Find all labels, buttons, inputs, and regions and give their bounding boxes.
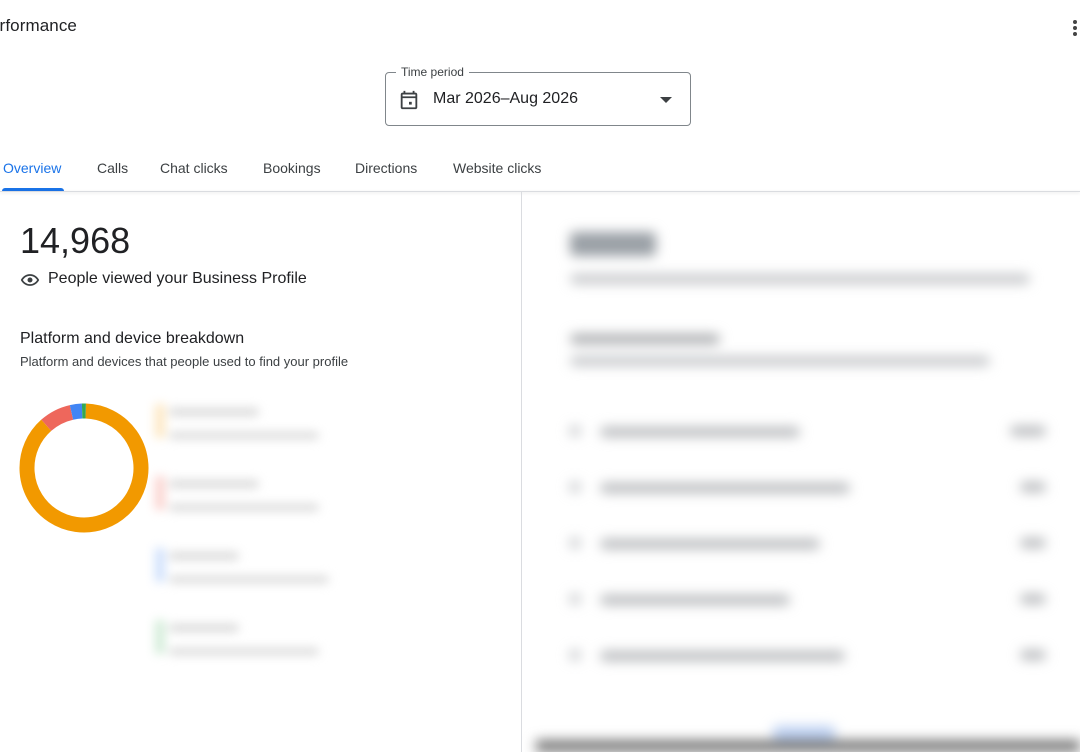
time-period-label: Time period [396,65,469,79]
time-period-value: Mar 2026–Aug 2026 [433,90,578,107]
calendar-icon [400,90,418,110]
platform-device-donut-chart [19,403,149,533]
views-count: 14,968 [20,220,131,261]
donut-slice-0[interactable] [19,403,149,533]
page-title: erformance [0,16,77,35]
views-label: People viewed your Business Profile [48,270,307,287]
tab-overview[interactable]: Overview [3,160,61,176]
donut-slice-1[interactable] [41,405,74,432]
donut-slice-2[interactable] [69,403,83,420]
column-divider [521,192,522,752]
tab-website-clicks[interactable]: Website clicks [453,160,541,176]
time-period-select[interactable]: Time period Mar 2026–Aug 2026 [385,65,691,126]
tab-directions[interactable]: Directions [355,160,417,176]
breakdown-title: Platform and device breakdown [20,330,245,347]
tab-chat-clicks[interactable]: Chat clicks [160,160,228,176]
tab-bar: Overview Calls Chat clicks Bookings Dire… [0,148,1080,192]
breakdown-subtitle: Platform and devices that people used to… [20,354,349,369]
donut-legend-blurred [155,402,335,690]
chevron-down-icon [660,97,672,103]
eye-icon [20,274,40,286]
tab-calls[interactable]: Calls [97,160,128,176]
search-terms-card-blurred [536,192,1080,752]
more-options-icon[interactable] [1070,18,1080,38]
tab-bookings[interactable]: Bookings [263,160,321,176]
